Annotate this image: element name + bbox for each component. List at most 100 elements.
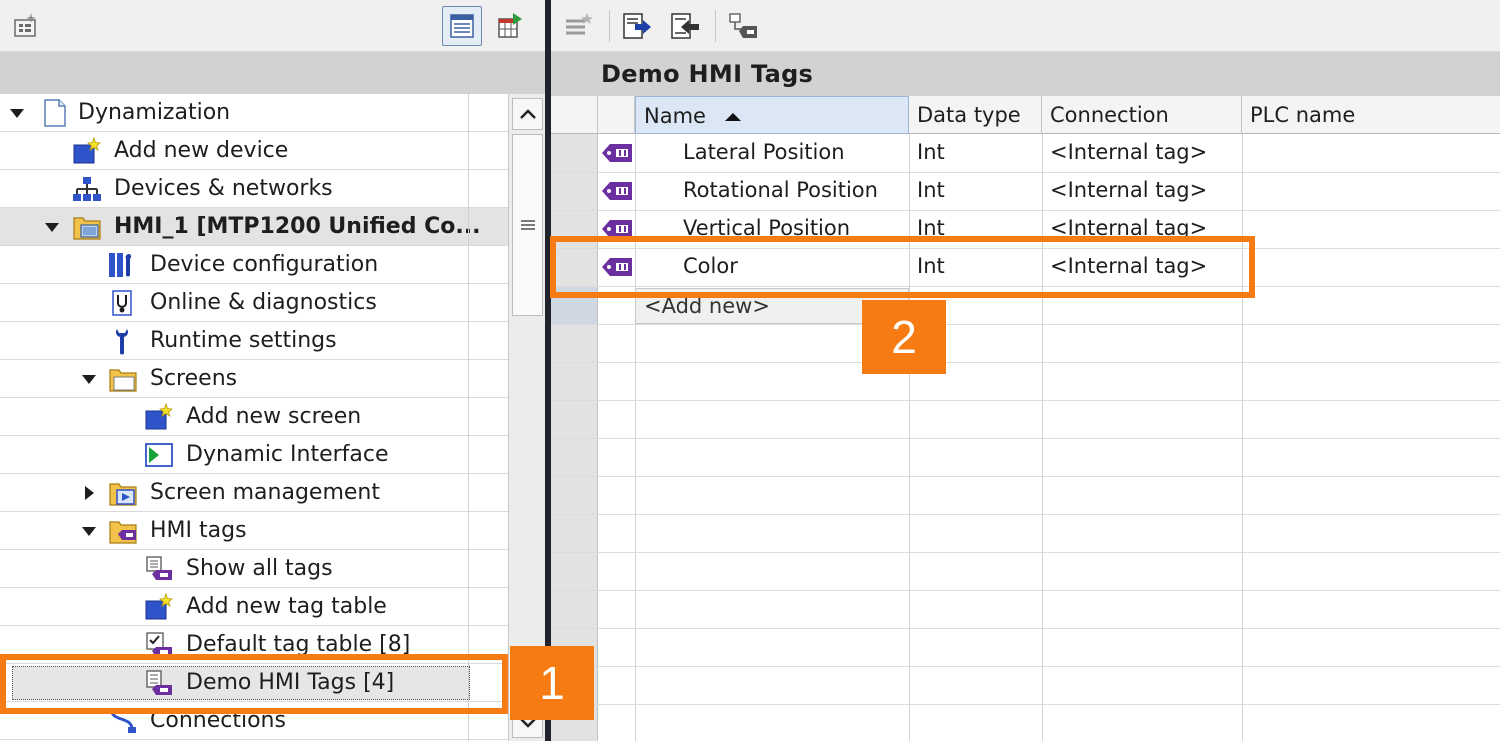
tree-item-runtime-settings[interactable]: Runtime settings (0, 322, 508, 360)
tag-name-cell[interactable]: Lateral Position (683, 134, 845, 171)
highlight-box-color-row (550, 236, 1255, 298)
table-view-icon (450, 14, 474, 38)
row-header[interactable] (551, 134, 598, 172)
wrench-icon (116, 329, 128, 355)
connection-cell[interactable]: <Internal tag> (1050, 134, 1207, 171)
expand-arrow-icon[interactable] (7, 94, 27, 132)
tag-icon (602, 182, 632, 200)
editor-toolbar (551, 0, 1500, 52)
tree-item-dynamic-interface[interactable]: Dynamic Interface (0, 436, 508, 474)
tree-options-icon (14, 13, 36, 37)
grip-icon (520, 220, 535, 230)
tree-item-label: Add new tag table (186, 594, 387, 619)
grid-line (551, 362, 1500, 363)
chevron-up-icon (519, 109, 536, 119)
column-header-connection[interactable]: Connection (1042, 96, 1242, 134)
project-tree-pane: Dynamization Add new device Devices & ne… (0, 0, 545, 741)
grid-line (551, 514, 1500, 515)
tree-item-label: Runtime settings (150, 328, 337, 353)
tree-item-label: Online & diagnostics (150, 290, 377, 315)
tree-item-add-new-tag-table[interactable]: Add new tag table (0, 588, 508, 626)
screen-management-folder-icon (109, 483, 137, 506)
diagnostics-icon (112, 290, 132, 316)
column-header-label: Name (644, 104, 706, 128)
insert-row-button[interactable] (559, 6, 599, 46)
project-tree-options-button[interactable] (6, 6, 46, 46)
grid-line (551, 552, 1500, 553)
folder-icon (109, 369, 137, 392)
details-view-button[interactable] (442, 6, 482, 46)
column-header-label: Connection (1050, 103, 1169, 127)
column-header-name[interactable]: Name (635, 96, 909, 134)
tree-item-devices-networks[interactable]: Devices & networks (0, 170, 508, 208)
table-export-icon (498, 13, 522, 38)
tree-column-separator (468, 94, 469, 741)
tree-item-label: Dynamization (78, 100, 231, 125)
tree-item-hmi-tags[interactable]: HMI tags (0, 512, 508, 550)
import-button[interactable] (665, 6, 705, 46)
tree-item-device-configuration[interactable]: Device configuration (0, 246, 508, 284)
tags-folder-icon (109, 521, 137, 544)
toolbar-separator (715, 10, 716, 42)
grid-line (551, 704, 1500, 705)
screen-icon (145, 443, 173, 467)
tag-settings-button[interactable] (723, 6, 763, 46)
project-tree-header-bar (0, 52, 545, 94)
tree-item-online-diagnostics[interactable]: Online & diagnostics (0, 284, 508, 322)
data-type-cell[interactable]: Int (917, 172, 945, 209)
tree-item-screens[interactable]: Screens (0, 360, 508, 398)
export-button[interactable] (617, 6, 657, 46)
tag-table-grid: Name Data type Connection PLC name Later… (551, 96, 1500, 741)
tree-item-screen-management[interactable]: Screen management (0, 474, 508, 512)
grid-line (551, 666, 1500, 667)
add-tag-table-icon (145, 593, 173, 620)
column-header-plc-name[interactable]: PLC name (1242, 96, 1500, 134)
tag-table-title: Demo HMI Tags (601, 60, 814, 88)
tree-vertical-scrollbar[interactable] (508, 94, 545, 741)
column-header-label: PLC name (1250, 103, 1356, 127)
tree-item-label: Add new device (114, 138, 289, 163)
grid-line (551, 590, 1500, 591)
column-header-data-type[interactable]: Data type (909, 96, 1042, 134)
grid-line (551, 400, 1500, 401)
tree-item-add-new-device[interactable]: Add new device (0, 132, 508, 170)
row-header-corner (551, 96, 598, 134)
tree-item-label: Show all tags (186, 556, 333, 581)
grid-line (551, 438, 1500, 439)
tree-item-hmi-1[interactable]: HMI_1 [MTP1200 Unified Co... (0, 208, 508, 246)
callout-badge-2: 2 (862, 300, 946, 374)
add-device-icon (73, 137, 101, 164)
callout-badge-1: 1 (510, 646, 594, 720)
tree-item-label: HMI tags (150, 518, 247, 543)
grid-line (551, 628, 1500, 629)
tree-item-label: Screens (150, 366, 238, 391)
tree-item-label: Device configuration (150, 252, 379, 277)
scroll-up-button[interactable] (512, 98, 543, 130)
sort-ascending-icon (725, 113, 741, 121)
expand-arrow-icon[interactable] (42, 208, 62, 246)
data-type-cell[interactable]: Int (917, 134, 945, 171)
connection-cell[interactable]: <Internal tag> (1050, 172, 1207, 209)
tag-icon (602, 144, 632, 162)
tree-item-show-all-tags[interactable]: Show all tags (0, 550, 508, 588)
tag-link-icon (729, 13, 757, 38)
tag-name-cell[interactable]: Rotational Position (683, 172, 878, 209)
tree-item-dynamization[interactable]: Dynamization (0, 94, 508, 132)
scroll-thumb[interactable] (512, 134, 543, 316)
row-header[interactable] (551, 172, 598, 210)
tree-item-label: Add new screen (186, 404, 362, 429)
expand-arrow-icon[interactable] (79, 360, 99, 398)
export-table-button[interactable] (490, 6, 530, 46)
expand-arrow-icon[interactable] (79, 512, 99, 550)
project-icon (44, 99, 66, 127)
grid-line (551, 324, 1500, 325)
tag-table-title-bar: Demo HMI Tags (551, 52, 1500, 96)
column-header-label: Data type (917, 103, 1021, 127)
insert-row-icon (566, 13, 593, 35)
tag-table-editor: Demo HMI Tags Name Data type Connection … (551, 0, 1500, 741)
tree-item-add-new-screen[interactable]: Add new screen (0, 398, 508, 436)
tree-item-label: Dynamic Interface (186, 442, 389, 467)
collapse-arrow-icon[interactable] (79, 474, 99, 512)
tree-item-label: Screen management (150, 480, 381, 505)
toolbar-separator (609, 10, 610, 42)
